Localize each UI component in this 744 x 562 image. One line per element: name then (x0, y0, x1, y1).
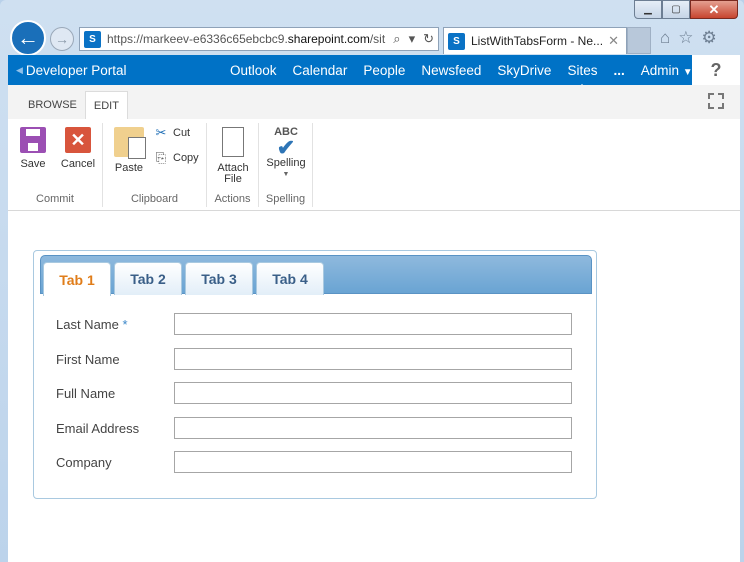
last-name-input[interactable] (174, 313, 572, 335)
url-prefix: https://markeev-e6336c65ebcbc9. (107, 32, 288, 46)
save-label: Save (20, 158, 46, 170)
form-tab-2[interactable]: Tab 2 (114, 262, 182, 295)
company-label: Company (56, 454, 112, 470)
back-arrow-icon: ← (17, 25, 39, 50)
cancel-label: Cancel (60, 158, 96, 170)
clipboard-group-label: Clipboard (130, 193, 179, 205)
paste-icon (114, 127, 146, 159)
page-viewport: ◀ Developer Portal Outlook Calendar Peop… (8, 55, 740, 562)
save-button[interactable]: Save (17, 127, 49, 170)
form-tab-3[interactable]: Tab 3 (185, 262, 253, 295)
sharepoint-site-icon: S (84, 30, 101, 48)
nav-sites[interactable]: Sites (559, 63, 605, 88)
tab-edit[interactable]: EDIT (84, 91, 128, 119)
field-row-last-name: Last Name * (56, 313, 576, 335)
required-marker: * (122, 316, 128, 332)
sharepoint-tab-icon: S (448, 32, 465, 50)
save-icon (20, 127, 46, 153)
full-name-label: Full Name (56, 385, 116, 401)
url-host: sharepoint.com (287, 32, 370, 46)
spelling-group: ABC ✔ Spelling ▼ Spelling (259, 123, 313, 207)
brand-dot-icon: ◀ (16, 64, 23, 75)
spelling-label: Spelling (266, 157, 306, 169)
cancel-icon: ✕ (65, 127, 91, 153)
address-bar[interactable]: S https://markeev-e6336c65ebcbc9. sharepo… (79, 27, 439, 51)
minimize-button[interactable]: ▁ (634, 0, 662, 19)
browser-tab[interactable]: S ListWithTabsForm - Ne... ✕ (443, 27, 627, 54)
commit-group-label: Commit (36, 193, 74, 205)
nav-people[interactable]: People (355, 63, 413, 78)
gear-icon[interactable]: ⚙ (702, 28, 717, 48)
last-name-label: Last Name (56, 316, 119, 332)
clipboard-group: Paste ✂ Cut ⎘ Copy Clipboard (103, 123, 207, 207)
field-label: Last Name * (56, 317, 174, 332)
first-name-input[interactable] (174, 348, 572, 370)
paste-label: Paste (114, 162, 144, 174)
nav-calendar[interactable]: Calendar (285, 63, 356, 78)
form-tab-1[interactable]: Tab 1 (43, 262, 111, 296)
refresh-icon[interactable]: ↻ (423, 31, 434, 47)
paste-button[interactable]: Paste (111, 127, 147, 174)
cut-button[interactable]: ✂ Cut (153, 125, 191, 141)
maximize-button[interactable]: ▢ (662, 0, 690, 19)
form-tab-4[interactable]: Tab 4 (256, 262, 324, 295)
spelling-button[interactable]: ABC ✔ Spelling ▼ (263, 127, 309, 180)
attach-label-2: File (224, 173, 242, 185)
back-button[interactable]: ← (10, 20, 46, 56)
paperclip-icon (222, 127, 244, 157)
url-suffix: /sit (369, 32, 386, 46)
tab-browse[interactable]: BROWSE (20, 91, 85, 119)
nav-newsfeed[interactable]: Newsfeed (413, 63, 489, 78)
full-name-input[interactable] (174, 382, 572, 404)
cancel-button[interactable]: ✕ Cancel (58, 127, 98, 170)
copy-icon: ⎘ (155, 150, 167, 165)
browser-tab-title: ListWithTabsForm - Ne... (471, 34, 604, 48)
form-tab-strip: Tab 1 Tab 2 Tab 3 Tab 4 (40, 255, 592, 296)
help-button[interactable]: ? (692, 55, 740, 85)
checkmark-icon: ✔ (276, 135, 296, 160)
close-tab-icon[interactable]: ✕ (608, 33, 619, 49)
nav-skydrive[interactable]: SkyDrive (489, 63, 559, 78)
copy-label: Copy (173, 152, 199, 164)
brand-label: Developer Portal (25, 62, 127, 78)
nav-more[interactable]: ... (605, 63, 632, 78)
ribbon-tabs: BROWSE EDIT (8, 85, 740, 119)
actions-group: Attach File Actions (207, 123, 259, 207)
focus-on-content-icon[interactable] (708, 93, 724, 109)
field-row-email: Email Address (56, 417, 576, 439)
browser-window: ▁ ▢ ✕ ← → S https://markeev-e6336c65ebcb… (0, 0, 744, 562)
user-name: Admin (640, 62, 679, 78)
star-icon[interactable]: ☆ (678, 28, 693, 48)
actions-group-label: Actions (214, 193, 251, 205)
attach-file-button[interactable]: Attach File (213, 127, 253, 185)
close-window-button[interactable]: ✕ (690, 0, 738, 19)
new-tab-button[interactable] (627, 27, 651, 54)
forward-button[interactable]: → (50, 27, 74, 51)
first-name-label: First Name (56, 351, 120, 367)
dropdown-icon[interactable]: ▾ (409, 31, 416, 47)
suite-bar: ◀ Developer Portal Outlook Calendar Peop… (8, 55, 740, 88)
suite-nav: Outlook Calendar People Newsfeed SkyDriv… (222, 63, 701, 88)
copy-button[interactable]: ⎘ Copy (153, 150, 199, 166)
email-address-label: Email Address (56, 420, 140, 436)
brand[interactable]: ◀ Developer Portal (8, 63, 126, 78)
home-icon[interactable]: ⌂ (660, 28, 670, 48)
nav-outlook[interactable]: Outlook (222, 63, 285, 78)
ribbon: Save ✕ Cancel Commit Paste ✂ Cut ⎘ Copy … (8, 119, 740, 211)
search-icon[interactable]: ⌕ (393, 31, 400, 47)
tabbed-form: Tab 1 Tab 2 Tab 3 Tab 4 Last Name * Firs… (33, 250, 597, 499)
cut-label: Cut (173, 127, 191, 139)
spelling-group-label: Spelling (265, 193, 306, 205)
field-row-full-name: Full Name (56, 382, 576, 404)
commit-group: Save ✕ Cancel Commit (8, 123, 103, 207)
window-controls: ▁ ▢ ✕ (634, 0, 738, 19)
field-row-company: Company (56, 451, 576, 473)
email-address-input[interactable] (174, 417, 572, 439)
scissors-icon: ✂ (155, 125, 167, 140)
field-row-first-name: First Name (56, 348, 576, 370)
dropdown-arrow-icon: ▼ (282, 171, 290, 178)
company-input[interactable] (174, 451, 572, 473)
forward-arrow-icon: → (55, 31, 69, 47)
user-menu[interactable]: Admin ▼ (633, 63, 701, 78)
